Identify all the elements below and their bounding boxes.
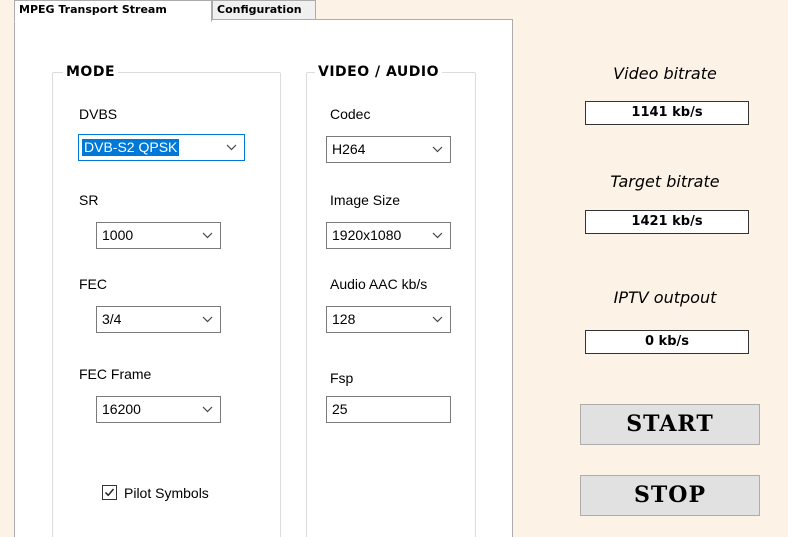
iptv-output-title: IPTV outpout	[613, 288, 717, 307]
target-bitrate-value: 1421 kb/s	[585, 210, 749, 234]
target-bitrate-title: Target bitrate	[610, 172, 720, 191]
video-audio-group-title: VIDEO / AUDIO	[315, 63, 442, 81]
audio-aac-select[interactable]: 128	[326, 306, 451, 333]
image-size-value: 1920x1080	[332, 227, 402, 243]
checkmark-icon	[104, 488, 115, 497]
codec-value: H264	[332, 141, 366, 157]
dvbs-value: DVB-S2 QPSK	[82, 139, 180, 156]
video-bitrate-value: 1141 kb/s	[585, 101, 749, 125]
chevron-down-icon	[432, 232, 443, 239]
sr-label: SR	[79, 192, 99, 208]
fec-select[interactable]: 3/4	[96, 306, 221, 333]
fec-frame-value: 16200	[102, 401, 141, 417]
tab-mpeg-transport-stream[interactable]: MPEG Transport Stream	[14, 0, 212, 22]
audio-aac-value: 128	[332, 311, 356, 327]
codec-select[interactable]: H264	[326, 136, 451, 163]
stop-button[interactable]: STOP	[580, 475, 760, 516]
chevron-down-icon	[202, 232, 213, 239]
audio-aac-label: Audio AAC kb/s	[330, 276, 428, 292]
sr-select[interactable]: 1000	[96, 222, 221, 249]
fsp-value: 25	[332, 401, 348, 417]
dvbs-label: DVBS	[79, 106, 118, 122]
fec-value: 3/4	[102, 311, 122, 327]
dvbs-select[interactable]: DVB-S2 QPSK	[78, 134, 245, 161]
chevron-down-icon	[226, 144, 237, 151]
mode-group-title: MODE	[63, 63, 119, 81]
image-size-select[interactable]: 1920x1080	[326, 222, 451, 249]
tab-configuration[interactable]: Configuration	[212, 0, 316, 20]
pilot-symbols-label[interactable]: Pilot Symbols	[124, 485, 209, 501]
iptv-output-value: 0 kb/s	[585, 330, 749, 354]
pilot-symbols-checkbox[interactable]	[102, 485, 117, 500]
start-button[interactable]: START	[580, 404, 760, 445]
image-size-label: Image Size	[330, 192, 401, 208]
chevron-down-icon	[202, 406, 213, 413]
codec-label: Codec	[330, 106, 371, 122]
fec-label: FEC	[79, 276, 107, 292]
chevron-down-icon	[432, 316, 443, 323]
chevron-down-icon	[202, 316, 213, 323]
fec-frame-label: FEC Frame	[79, 366, 152, 382]
chevron-down-icon	[432, 146, 443, 153]
fec-frame-select[interactable]: 16200	[96, 396, 221, 423]
video-bitrate-title: Video bitrate	[613, 64, 717, 83]
fsp-input[interactable]: 25	[326, 396, 451, 423]
fsp-label: Fsp	[330, 370, 354, 386]
sr-value: 1000	[102, 227, 134, 243]
